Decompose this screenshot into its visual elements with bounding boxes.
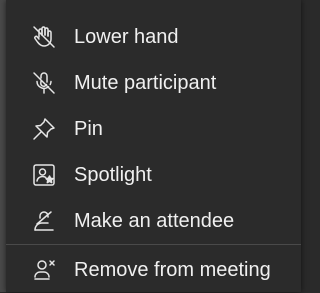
pin-icon	[30, 115, 58, 143]
make-attendee-menu-item[interactable]: Make an attendee	[6, 198, 301, 244]
lower-hand-icon	[30, 23, 58, 51]
make-attendee-label: Make an attendee	[74, 210, 235, 232]
participant-context-menu: Lower hand Mute participant Pin Spotligh…	[6, 0, 301, 292]
mute-participant-label: Mute participant	[74, 72, 217, 94]
remove-person-icon	[30, 256, 58, 284]
pin-label: Pin	[74, 118, 103, 140]
remove-from-meeting-menu-item[interactable]: Remove from meeting	[6, 247, 301, 293]
spotlight-menu-item[interactable]: Spotlight	[6, 152, 301, 198]
spotlight-label: Spotlight	[74, 164, 152, 186]
lower-hand-menu-item[interactable]: Lower hand	[6, 14, 301, 60]
remove-from-meeting-label: Remove from meeting	[74, 259, 271, 281]
lower-hand-label: Lower hand	[74, 26, 179, 48]
spotlight-icon	[30, 161, 58, 189]
pin-menu-item[interactable]: Pin	[6, 106, 301, 152]
menu-divider	[6, 244, 301, 245]
mute-participant-menu-item[interactable]: Mute participant	[6, 60, 301, 106]
mute-microphone-icon	[30, 69, 58, 97]
make-attendee-icon	[30, 207, 58, 235]
